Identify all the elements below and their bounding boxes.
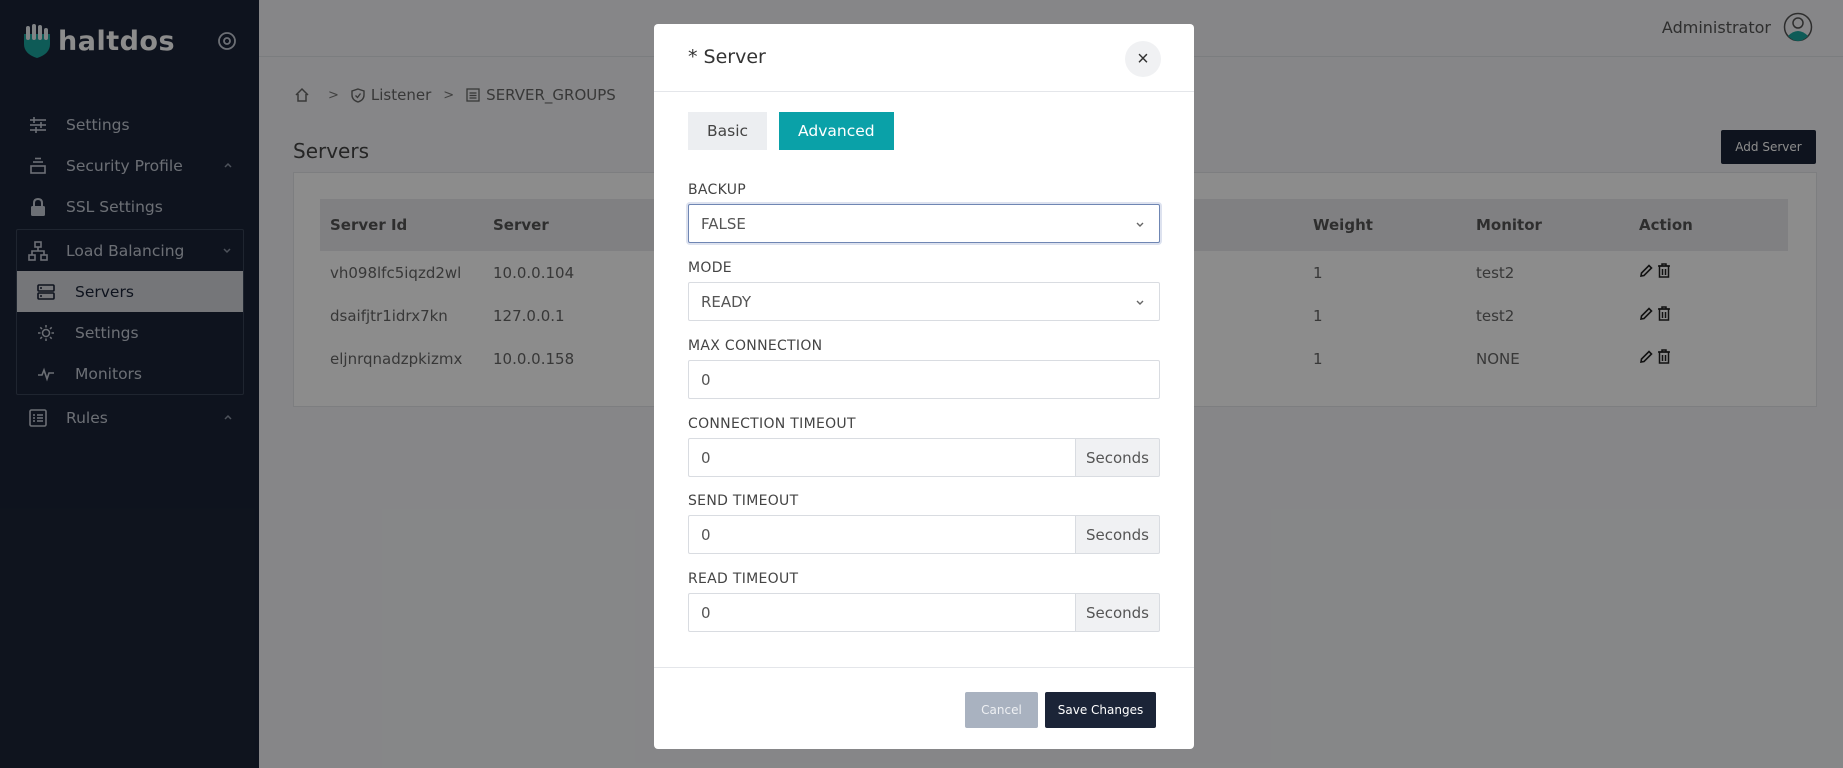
close-button[interactable]: ×	[1125, 41, 1161, 77]
mode-value: READY	[701, 292, 752, 311]
read-timeout-group: 0 Seconds	[688, 593, 1160, 632]
save-changes-button[interactable]: Save Changes	[1045, 692, 1156, 728]
backup-value: FALSE	[701, 214, 746, 233]
mode-label: MODE	[688, 260, 732, 276]
modal-title: * Server	[688, 46, 766, 68]
connection-timeout-label: CONNECTION TIMEOUT	[688, 416, 856, 432]
send-timeout-input[interactable]: 0	[688, 515, 1075, 554]
read-timeout-unit: Seconds	[1075, 593, 1160, 632]
backup-select[interactable]: FALSE	[688, 204, 1160, 243]
modal-tabs: Basic Advanced	[688, 112, 894, 150]
connection-timeout-unit: Seconds	[1075, 438, 1160, 477]
connection-timeout-group: 0 Seconds	[688, 438, 1160, 477]
read-timeout-label: READ TIMEOUT	[688, 571, 799, 587]
modal-header: * Server ×	[654, 24, 1194, 92]
chevron-down-icon	[1136, 222, 1144, 227]
send-timeout-group: 0 Seconds	[688, 515, 1160, 554]
tab-basic[interactable]: Basic	[688, 112, 768, 150]
connection-timeout-input[interactable]: 0	[688, 438, 1075, 477]
cancel-button[interactable]: Cancel	[965, 692, 1038, 728]
chevron-down-icon	[1136, 300, 1144, 305]
server-modal: * Server × Basic Advanced BACKUP FALSE M…	[654, 24, 1194, 749]
send-timeout-label: SEND TIMEOUT	[688, 493, 799, 509]
max-connection-input[interactable]: 0	[688, 360, 1160, 399]
send-timeout-unit: Seconds	[1075, 515, 1160, 554]
tab-advanced[interactable]: Advanced	[779, 112, 894, 150]
mode-select[interactable]: READY	[688, 282, 1160, 321]
backup-label: BACKUP	[688, 182, 747, 198]
max-connection-label: MAX CONNECTION	[688, 338, 823, 354]
read-timeout-input[interactable]: 0	[688, 593, 1075, 632]
modal-footer: Cancel Save Changes	[654, 667, 1194, 749]
